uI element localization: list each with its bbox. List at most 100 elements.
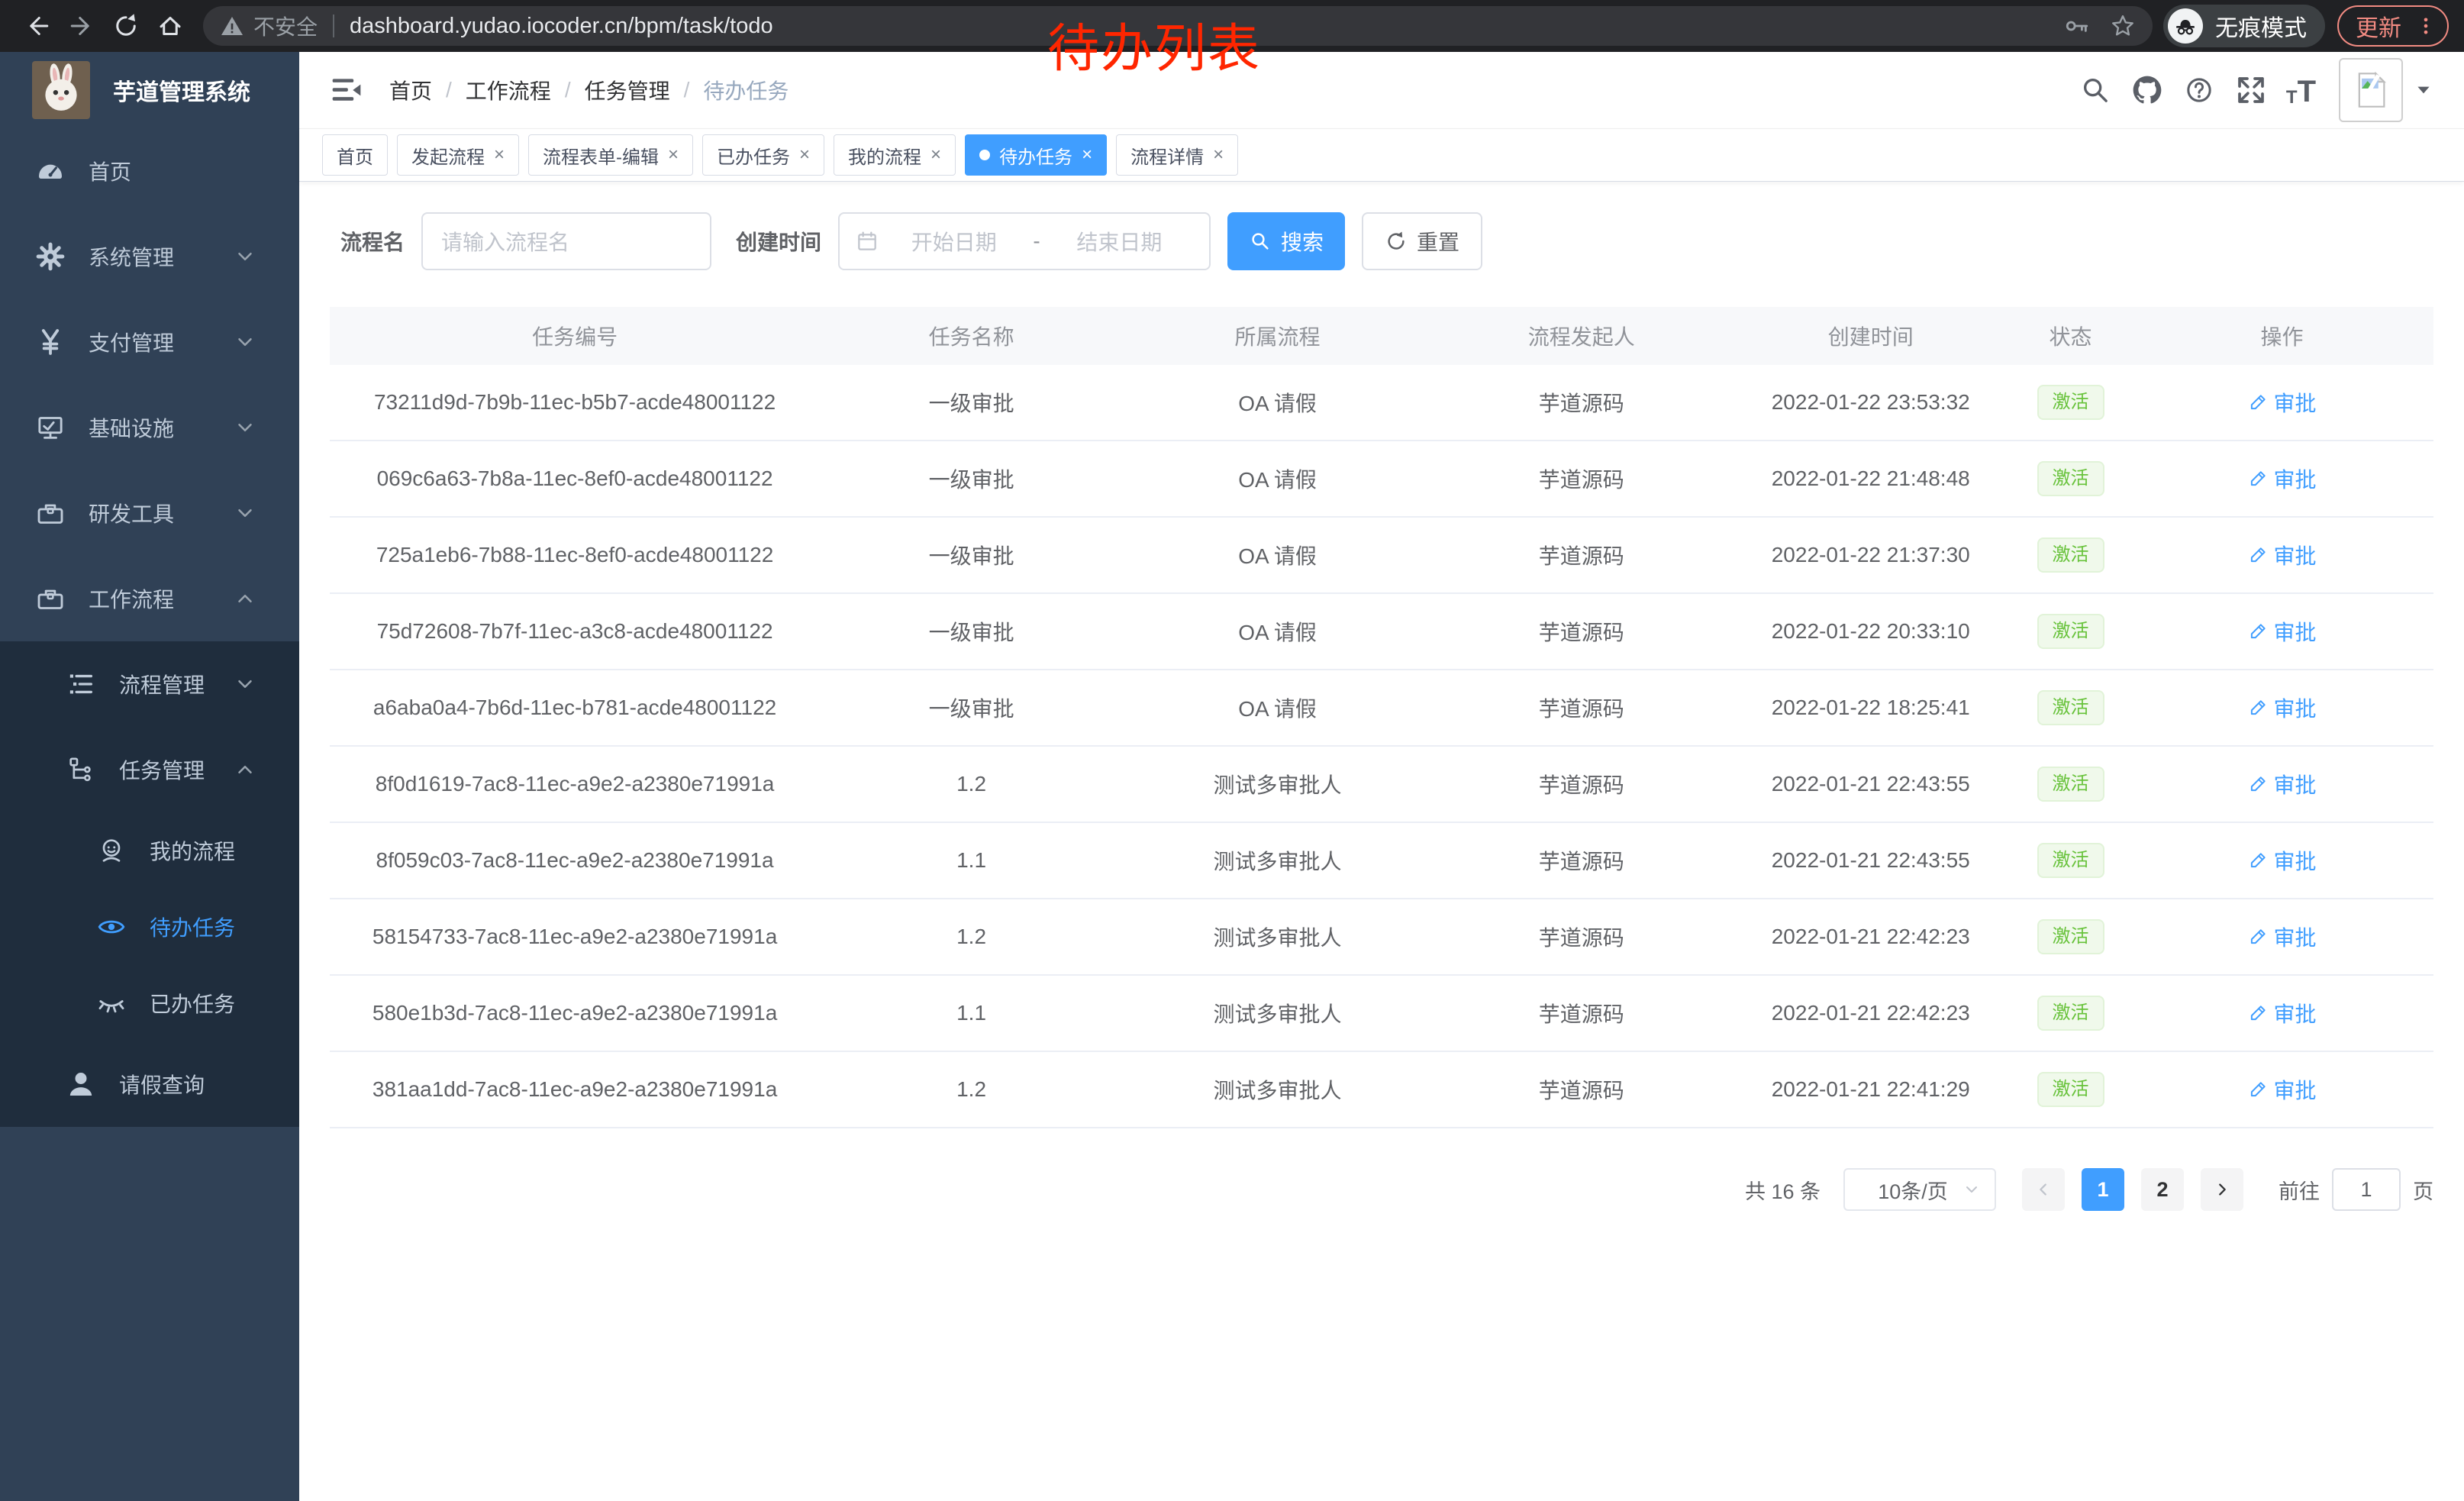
sidebar-item-基础设施[interactable]: 基础设施 bbox=[0, 385, 299, 470]
breadcrumb-item[interactable]: 首页 bbox=[389, 75, 432, 105]
eye-icon bbox=[95, 910, 128, 944]
approve-button[interactable]: 审批 bbox=[2248, 692, 2317, 723]
tag-流程详情[interactable]: 流程详情× bbox=[1116, 134, 1238, 176]
cell-process: 测试多审批人 bbox=[1123, 998, 1432, 1028]
reset-button[interactable]: 重置 bbox=[1362, 212, 1482, 270]
tag-首页[interactable]: 首页 bbox=[322, 134, 388, 176]
end-date-placeholder: 结束日期 bbox=[1045, 226, 1194, 257]
browser-menu-icon[interactable] bbox=[2415, 15, 2437, 37]
cell-created-time: 2022-01-22 21:48:48 bbox=[1730, 466, 2011, 491]
tag-我的流程[interactable]: 我的流程× bbox=[834, 134, 956, 176]
column-header: 状态 bbox=[2011, 321, 2130, 351]
security-label: 不安全 bbox=[253, 11, 318, 41]
sidebar-item-工作流程[interactable]: 工作流程 bbox=[0, 556, 299, 641]
breadcrumb-item[interactable]: 任务管理 bbox=[585, 75, 670, 105]
cell-starter: 芋道源码 bbox=[1432, 463, 1730, 494]
help-icon[interactable] bbox=[2182, 73, 2216, 107]
tag-流程表单-编辑[interactable]: 流程表单-编辑× bbox=[528, 134, 693, 176]
password-key-icon[interactable] bbox=[2064, 13, 2090, 39]
browser-back-button[interactable] bbox=[15, 4, 60, 48]
sidebar-item-label: 支付管理 bbox=[89, 327, 174, 357]
app-logo-row[interactable]: 芋道管理系统 bbox=[0, 52, 299, 128]
sidebar-item-任务管理[interactable]: 任务管理 bbox=[0, 727, 299, 812]
status-badge: 激活 bbox=[2037, 767, 2104, 802]
page-button-2[interactable]: 2 bbox=[2141, 1168, 2184, 1211]
approve-button[interactable]: 审批 bbox=[2248, 769, 2317, 799]
process-name-input[interactable]: 请输入流程名 bbox=[421, 212, 711, 270]
status-badge: 激活 bbox=[2037, 919, 2104, 955]
avatar-caret-icon[interactable] bbox=[2414, 80, 2433, 100]
browser-home-button[interactable] bbox=[148, 4, 192, 48]
browser-forward-button[interactable] bbox=[60, 4, 104, 48]
cell-task-id: 069c6a63-7b8a-11ec-8ef0-acde48001122 bbox=[330, 466, 820, 491]
sidebar-item-研发工具[interactable]: 研发工具 bbox=[0, 470, 299, 556]
cell-process: OA 请假 bbox=[1123, 387, 1432, 418]
github-icon[interactable] bbox=[2130, 73, 2164, 107]
approve-button[interactable]: 审批 bbox=[2248, 998, 2317, 1028]
process-name-placeholder: 请输入流程名 bbox=[441, 226, 569, 257]
cell-status: 激活 bbox=[2011, 690, 2130, 726]
approve-button[interactable]: 审批 bbox=[2248, 616, 2317, 647]
search-icon[interactable] bbox=[2079, 73, 2112, 107]
breadcrumb-separator: / bbox=[684, 78, 690, 102]
cell-created-time: 2022-01-22 18:25:41 bbox=[1730, 696, 2011, 720]
cell-starter: 芋道源码 bbox=[1432, 1074, 1730, 1105]
cell-task-id: 58154733-7ac8-11ec-a9e2-a2380e71991a bbox=[330, 925, 820, 949]
text-size-icon[interactable]: TT bbox=[2286, 73, 2316, 107]
tag-close-icon[interactable]: × bbox=[799, 146, 810, 164]
fullscreen-icon[interactable] bbox=[2234, 73, 2268, 107]
chevron-down-icon bbox=[234, 673, 256, 696]
cell-created-time: 2022-01-21 22:41:29 bbox=[1730, 1077, 2011, 1102]
sidebar-item-支付管理[interactable]: 支付管理 bbox=[0, 299, 299, 385]
column-header: 所属流程 bbox=[1123, 321, 1432, 351]
start-date-placeholder: 开始日期 bbox=[879, 226, 1028, 257]
browser-reload-button[interactable] bbox=[104, 4, 148, 48]
sidebar-item-首页[interactable]: 首页 bbox=[0, 128, 299, 214]
chevron-down-icon bbox=[234, 245, 256, 268]
column-header: 流程发起人 bbox=[1432, 321, 1730, 351]
address-bar[interactable]: 不安全 dashboard.yudao.iocoder.cn/bpm/task/… bbox=[203, 6, 2153, 46]
sidebar-item-系统管理[interactable]: 系统管理 bbox=[0, 214, 299, 299]
tag-已办任务[interactable]: 已办任务× bbox=[702, 134, 824, 176]
sidebar-toggle-icon[interactable] bbox=[330, 73, 363, 107]
browser-update-button[interactable]: 更新 bbox=[2337, 5, 2449, 47]
avatar[interactable] bbox=[2339, 58, 2403, 122]
briefcase-icon bbox=[34, 582, 67, 615]
cell-task-id: 75d72608-7b7f-11ec-a3c8-acde48001122 bbox=[330, 619, 820, 644]
approve-button[interactable]: 审批 bbox=[2248, 922, 2317, 952]
page-button-1[interactable]: 1 bbox=[2082, 1168, 2124, 1211]
prev-page-button[interactable] bbox=[2022, 1168, 2065, 1211]
cell-created-time: 2022-01-21 22:42:23 bbox=[1730, 1001, 2011, 1025]
sidebar-submenu-workflow: 流程管理任务管理我的流程待办任务已办任务请假查询 bbox=[0, 641, 299, 1127]
approve-button[interactable]: 审批 bbox=[2248, 387, 2317, 418]
tag-close-icon[interactable]: × bbox=[1213, 146, 1224, 164]
sidebar-item-请假查询[interactable]: 请假查询 bbox=[0, 1041, 299, 1127]
search-button[interactable]: 搜索 bbox=[1227, 212, 1345, 270]
sidebar-item-流程管理[interactable]: 流程管理 bbox=[0, 641, 299, 727]
tag-close-icon[interactable]: × bbox=[930, 146, 941, 164]
chevron-up-icon bbox=[234, 758, 256, 781]
pagination-total: 共 16 条 bbox=[1745, 1175, 1821, 1205]
next-page-button[interactable] bbox=[2201, 1168, 2243, 1211]
status-badge: 激活 bbox=[2037, 461, 2104, 497]
sidebar-item-我的流程[interactable]: 我的流程 bbox=[0, 812, 299, 889]
cell-created-time: 2022-01-22 23:53:32 bbox=[1730, 390, 2011, 415]
tag-close-icon[interactable]: × bbox=[1082, 146, 1092, 164]
tag-发起流程[interactable]: 发起流程× bbox=[397, 134, 519, 176]
tag-close-icon[interactable]: × bbox=[494, 146, 505, 164]
approve-button[interactable]: 审批 bbox=[2248, 1074, 2317, 1105]
page-size-select[interactable]: 10条/页 bbox=[1843, 1168, 1996, 1211]
tag-待办任务[interactable]: 待办任务× bbox=[965, 134, 1107, 176]
sidebar-item-已办任务[interactable]: 已办任务 bbox=[0, 965, 299, 1041]
approve-button[interactable]: 审批 bbox=[2248, 845, 2317, 876]
bookmark-star-icon[interactable] bbox=[2110, 13, 2136, 39]
breadcrumb-item[interactable]: 工作流程 bbox=[466, 75, 551, 105]
goto-page-input[interactable]: 1 bbox=[2332, 1168, 2401, 1211]
goto-label: 前往 bbox=[2279, 1175, 2320, 1205]
sidebar-item-待办任务[interactable]: 待办任务 bbox=[0, 889, 299, 965]
tag-close-icon[interactable]: × bbox=[668, 146, 679, 164]
approve-button[interactable]: 审批 bbox=[2248, 540, 2317, 570]
approve-button[interactable]: 审批 bbox=[2248, 463, 2317, 494]
cell-task-name: 1.2 bbox=[820, 1077, 1123, 1102]
date-range-input[interactable]: 开始日期 - 结束日期 bbox=[838, 212, 1211, 270]
